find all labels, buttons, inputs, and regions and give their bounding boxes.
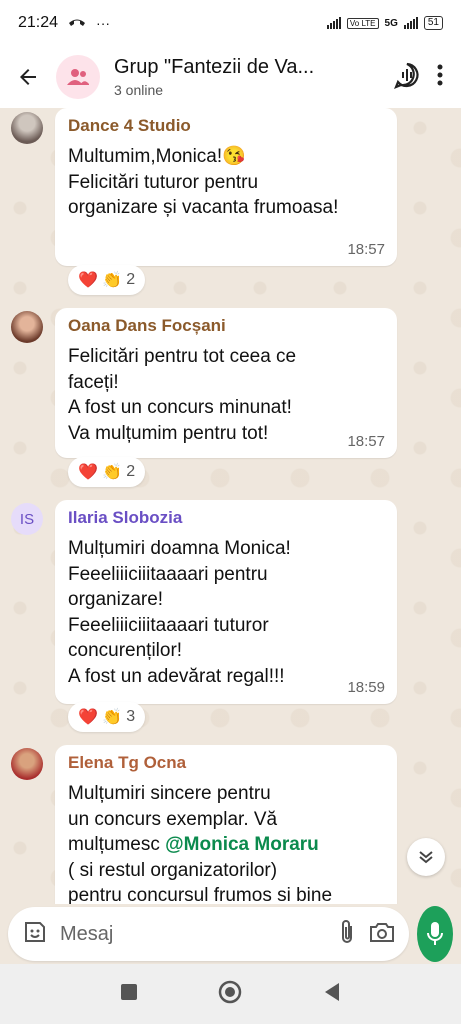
sticker-icon — [25, 921, 45, 942]
sender-name[interactable]: Dance 4 Studio — [68, 116, 385, 136]
message-composer — [0, 904, 461, 964]
message-line: ( si restul organizatorilor) — [68, 859, 278, 881]
message-line: organizare și vacanta frumoasa! — [68, 197, 339, 218]
triangle-back-icon — [324, 982, 339, 1001]
camera-icon — [370, 922, 394, 942]
avatar-initials-text: IS — [19, 510, 35, 528]
message-text-fragment: mulțumesc — [68, 834, 166, 855]
recents-button[interactable] — [120, 983, 138, 1006]
signal-icon-2 — [403, 17, 418, 29]
more-notifications-icon: ··· — [96, 15, 111, 31]
sender-name[interactable]: Ilaria Slobozia — [68, 508, 385, 528]
avatar-initials[interactable]: IS — [11, 503, 43, 535]
message-time: 18:57 — [347, 433, 385, 450]
message-line: A fost un adevărat regal!!! — [68, 665, 285, 687]
reaction-pill[interactable]: ❤️ 👏 2 — [68, 457, 146, 487]
group-avatar[interactable] — [56, 55, 100, 99]
avatar[interactable] — [11, 748, 43, 780]
reaction-pill[interactable]: ❤️ 👏 3 — [68, 702, 146, 732]
online-count: 3 online — [114, 82, 164, 98]
group-icon — [67, 69, 89, 85]
message-input-container — [8, 907, 409, 961]
paperclip-icon — [342, 919, 352, 943]
message-line: Multumim,Monica!😘 — [68, 146, 246, 167]
status-bar: 21:24 ··· Vo LTE 5G 51 — [0, 0, 461, 46]
double-chevron-down-icon — [419, 851, 433, 864]
message-time: 18:57 — [347, 241, 385, 258]
circle-icon — [219, 980, 242, 1003]
reaction-emojis: ❤️ 👏 — [78, 272, 123, 289]
arrow-left-icon — [20, 69, 36, 85]
system-navigation-bar — [0, 964, 461, 1024]
home-button[interactable] — [218, 980, 242, 1009]
mention-link[interactable]: @Monica Moraru — [165, 834, 319, 855]
camera-button[interactable] — [369, 921, 395, 948]
message-line: mulțumesc @Monica Moraru — [68, 832, 345, 858]
volte-label: Vo LTE — [346, 17, 379, 29]
voice-record-button[interactable] — [417, 906, 453, 962]
message-line: Va mulțumim pentru tot! — [68, 422, 269, 444]
message-line: Felicitări pentru tot ceea ce — [68, 346, 297, 367]
message-line: faceți! — [68, 371, 119, 393]
microphone-icon — [427, 922, 443, 945]
message-line: concurenților! — [68, 640, 183, 661]
reaction-count: 2 — [126, 463, 136, 480]
back-button[interactable] — [0, 65, 56, 89]
message-bubble[interactable]: Ilaria Slobozia Mulțumiri doamna Monica!… — [55, 500, 397, 704]
scroll-to-bottom-button[interactable] — [407, 838, 445, 876]
battery-indicator: 51 — [423, 16, 443, 30]
chat-header: Grup "Fantezii de Va... 3 online — [0, 46, 461, 108]
avatar[interactable] — [11, 311, 43, 343]
signal-icon — [326, 17, 341, 29]
avatar[interactable] — [11, 112, 43, 144]
chat-title-block[interactable]: Grup "Fantezii de Va... 3 online — [114, 56, 393, 98]
message-line: Mulțumiri sincere pentru — [68, 783, 271, 804]
reaction-count: 2 — [126, 271, 136, 288]
reaction-emojis: ❤️ 👏 — [78, 464, 123, 481]
voice-chat-icon — [394, 62, 419, 89]
message-bubble[interactable]: Elena Tg Ocna Mulțumiri sincere pentru u… — [55, 745, 397, 904]
sender-name[interactable]: Oana Dans Focșani — [68, 316, 385, 336]
message-line: Feeeliiiciiitaaaari pentru — [68, 563, 268, 585]
back-nav-button[interactable] — [323, 982, 341, 1007]
message-line: un concurs exemplar. Vă — [68, 808, 278, 830]
message-bubble[interactable]: Dance 4 Studio Multumim,Monica!😘 Felicit… — [55, 108, 397, 266]
message-time: 18:59 — [347, 679, 385, 696]
reaction-count: 3 — [126, 708, 136, 725]
status-time: 21:24 — [18, 14, 59, 31]
sticker-button[interactable] — [22, 919, 48, 950]
reaction-emojis: ❤️ 👏 — [78, 709, 123, 726]
message-input[interactable] — [60, 922, 325, 946]
reaction-pill[interactable]: ❤️ 👏 2 — [68, 265, 146, 295]
voice-chat-button[interactable] — [393, 61, 421, 94]
square-icon — [121, 983, 138, 1000]
message-line: organizare! — [68, 589, 164, 610]
missed-call-icon — [68, 14, 86, 33]
chat-area[interactable]: Dance 4 Studio Multumim,Monica!😘 Felicit… — [0, 108, 461, 904]
more-vertical-icon — [437, 64, 443, 85]
more-options-button[interactable] — [437, 64, 443, 91]
attach-button[interactable] — [337, 918, 357, 951]
message-line: Feeeliiiciiitaaaari tuturor — [68, 614, 269, 636]
message-line: Mulțumiri doamna Monica! — [68, 538, 291, 559]
sender-name[interactable]: Elena Tg Ocna — [68, 753, 385, 773]
network-label: 5G — [384, 17, 398, 29]
chat-title: Grup "Fantezii de Va... — [114, 56, 315, 78]
message-bubble[interactable]: Oana Dans Focșani Felicitări pentru tot … — [55, 308, 397, 458]
message-line: Felicitări tuturor pentru — [68, 171, 259, 193]
message-line: pentru concursul frumos si bine — [68, 885, 333, 904]
message-line: A fost un concurs minunat! — [68, 397, 292, 418]
